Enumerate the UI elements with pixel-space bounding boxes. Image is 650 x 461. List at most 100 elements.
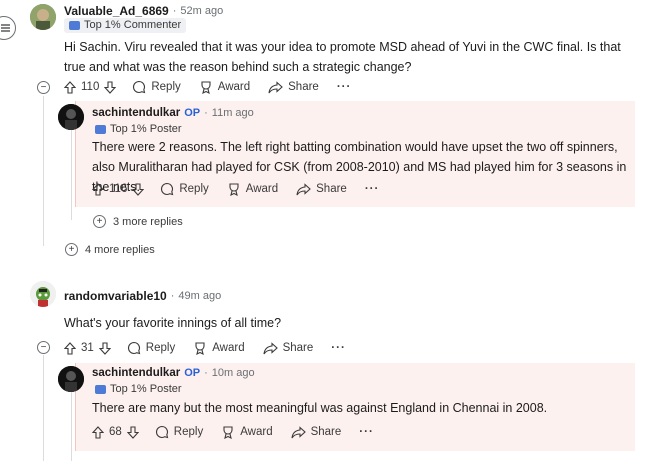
username[interactable]: randomvariable10 <box>64 289 167 303</box>
username[interactable]: Valuable_Ad_6869 <box>64 4 169 18</box>
more-options-icon: ··· <box>331 342 346 354</box>
expand-icon: + <box>93 215 106 228</box>
upvote-icon[interactable] <box>64 341 76 355</box>
thread-line[interactable] <box>71 130 72 220</box>
upvote-icon[interactable] <box>92 425 104 439</box>
award-label: Award <box>217 81 251 93</box>
reply-icon <box>133 80 146 94</box>
reply-actions: 116 Reply Award Share ··· <box>92 182 397 196</box>
vote-count: 116 <box>109 183 128 195</box>
collapse-symbol: − <box>40 81 47 93</box>
comment-body: What's your favorite innings of all time… <box>64 316 282 330</box>
award-button[interactable]: Award <box>193 341 245 355</box>
avatar[interactable] <box>30 281 56 307</box>
reply-actions: 68 Reply Award Share ··· <box>92 425 392 439</box>
comment-body: Hi Sachin. Viru revealed that it was you… <box>64 40 621 74</box>
upvote-icon[interactable] <box>92 182 104 196</box>
menu-icon[interactable] <box>0 16 16 40</box>
reply-label: Reply <box>173 426 204 438</box>
separator: · <box>204 107 208 119</box>
share-button[interactable]: Share <box>268 80 319 94</box>
share-icon <box>268 80 283 93</box>
more-replies-nested[interactable]: + 3 more replies <box>93 215 183 228</box>
avatar[interactable] <box>58 366 84 392</box>
award-button[interactable]: Award <box>199 80 250 94</box>
thread-line[interactable] <box>43 355 44 461</box>
vote-group: 31 <box>64 341 111 355</box>
vote-count: 31 <box>81 342 94 354</box>
vote-group: 116 <box>92 182 145 196</box>
flair-badge: Top 1% Poster <box>92 122 185 136</box>
reply-header: sachintendulkar OP · 10m ago <box>92 367 255 379</box>
award-button[interactable]: Award <box>221 425 273 439</box>
flair-icon <box>95 124 106 134</box>
flair-text: Top 1% Commenter <box>84 19 182 31</box>
username[interactable]: sachintendulkar <box>92 107 180 119</box>
reply-header: sachintendulkar OP · 11m ago <box>92 107 254 119</box>
award-button[interactable]: Award <box>227 182 278 196</box>
downvote-icon[interactable] <box>98 341 111 355</box>
flair-badge: Top 1% Poster <box>92 382 185 396</box>
downvote-icon[interactable] <box>126 425 139 439</box>
award-icon <box>229 183 239 196</box>
award-icon <box>223 426 233 439</box>
downvote-icon[interactable] <box>104 80 117 94</box>
share-button[interactable]: Share <box>296 182 347 196</box>
timestamp[interactable]: 11m ago <box>212 107 254 119</box>
collapse-button[interactable]: − <box>37 341 50 354</box>
more-options-icon: ··· <box>364 183 380 195</box>
expand-icon: + <box>65 243 78 256</box>
more-options-button[interactable]: ··· <box>337 81 352 93</box>
more-options-button[interactable]: ··· <box>359 426 374 438</box>
reply-icon <box>155 425 169 439</box>
timestamp[interactable]: 10m ago <box>212 367 255 379</box>
share-button[interactable]: Share <box>263 341 314 355</box>
vote-count: 110 <box>81 81 100 93</box>
avatar[interactable] <box>30 4 56 30</box>
thread-line[interactable] <box>71 392 72 461</box>
timestamp[interactable]: 49m ago <box>178 290 221 302</box>
share-icon <box>263 341 278 354</box>
share-label: Share <box>316 183 347 195</box>
more-options-icon: ··· <box>336 81 352 93</box>
comment-header: randomvariable10 · 49m ago <box>64 289 221 303</box>
vote-group: 110 <box>64 80 117 94</box>
comment-actions: 31 Reply Award Share ··· <box>64 341 364 355</box>
upvote-icon[interactable] <box>64 80 76 94</box>
reply-icon <box>127 341 141 355</box>
share-icon <box>296 182 311 195</box>
op-badge: OP <box>184 107 201 119</box>
award-label: Award <box>245 183 279 195</box>
more-replies-label: 3 more replies <box>113 215 183 228</box>
separator: · <box>170 290 175 302</box>
award-label: Award <box>212 342 245 354</box>
reply-body: There are many but the most meaningful w… <box>92 401 548 415</box>
expand-symbol: + <box>68 243 75 255</box>
username[interactable]: sachintendulkar <box>92 367 180 379</box>
vote-count: 68 <box>109 426 122 438</box>
reply-button[interactable]: Reply <box>132 80 181 94</box>
vote-group: 68 <box>92 425 139 439</box>
reply-label: Reply <box>151 81 181 93</box>
flair-text: Top 1% Poster <box>110 383 182 395</box>
timestamp[interactable]: 52m ago <box>180 5 223 17</box>
share-label: Share <box>282 342 314 354</box>
separator: · <box>172 5 177 17</box>
reply-button[interactable]: Reply <box>155 425 203 439</box>
more-options-button[interactable]: ··· <box>331 342 346 354</box>
op-badge: OP <box>184 367 201 379</box>
reply-button[interactable]: Reply <box>160 182 209 196</box>
avatar[interactable] <box>58 104 84 130</box>
more-options-button[interactable]: ··· <box>365 183 380 195</box>
reply-button[interactable]: Reply <box>127 341 175 355</box>
more-replies[interactable]: + 4 more replies <box>65 243 155 256</box>
flair-icon <box>95 384 106 394</box>
expand-symbol: + <box>96 215 103 227</box>
thread-line[interactable] <box>43 96 44 246</box>
share-button[interactable]: Share <box>291 425 341 439</box>
separator: · <box>204 367 208 379</box>
more-replies-label: 4 more replies <box>85 243 155 256</box>
downvote-icon[interactable] <box>132 182 145 196</box>
reply-label: Reply <box>179 183 209 195</box>
collapse-button[interactable]: − <box>37 81 50 94</box>
